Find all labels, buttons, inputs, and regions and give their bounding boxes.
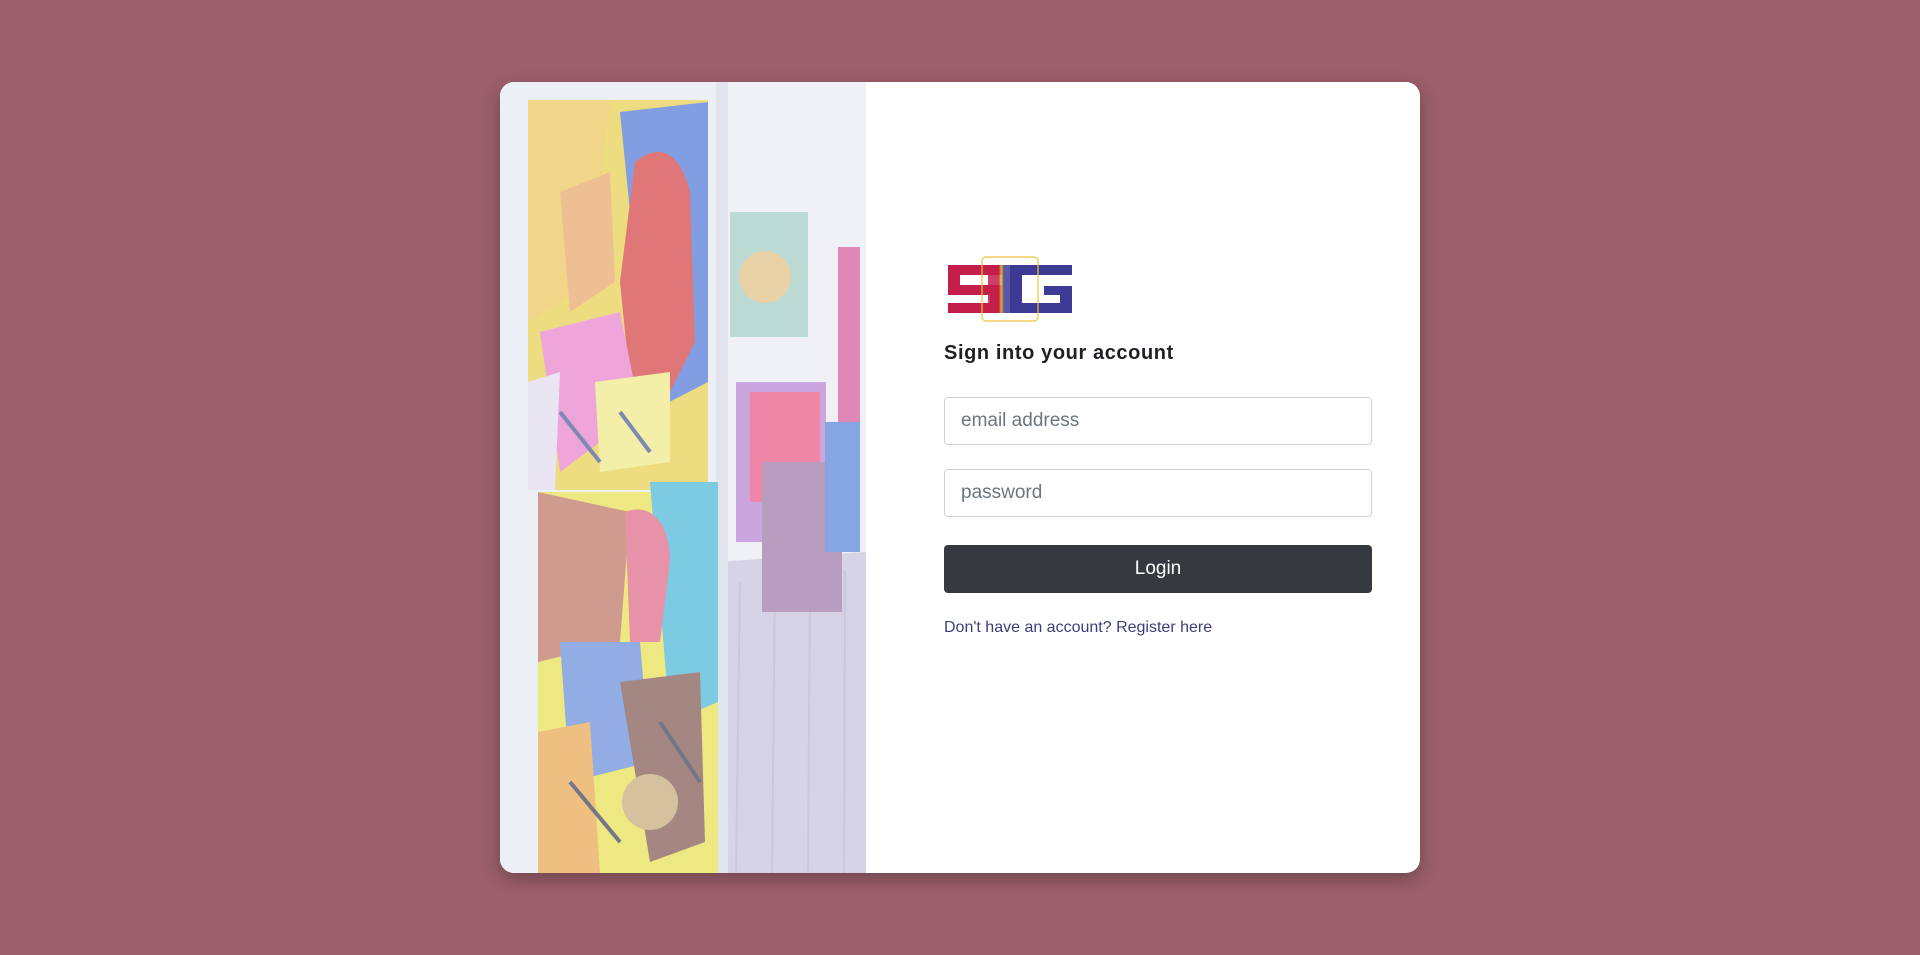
login-page: { "page": { "background_color": "#9c5f6b… (0, 0, 1920, 955)
sg-logo-icon (948, 256, 1072, 322)
image-overlay (500, 82, 866, 873)
password-field[interactable] (944, 469, 1372, 517)
login-form: Sign into your account Login Don't have … (944, 255, 1372, 637)
form-panel: Sign into your account Login Don't have … (866, 82, 1420, 873)
login-button[interactable]: Login (944, 545, 1372, 593)
login-card: Sign into your account Login Don't have … (500, 82, 1420, 873)
email-field[interactable] (944, 397, 1372, 445)
page-title: Sign into your account (944, 342, 1174, 364)
register-link[interactable]: Register here (1116, 619, 1212, 636)
register-prompt-text: Don't have an account? (944, 619, 1112, 636)
gallery-image (500, 82, 866, 873)
register-prompt: Don't have an account? Register here (944, 619, 1372, 637)
